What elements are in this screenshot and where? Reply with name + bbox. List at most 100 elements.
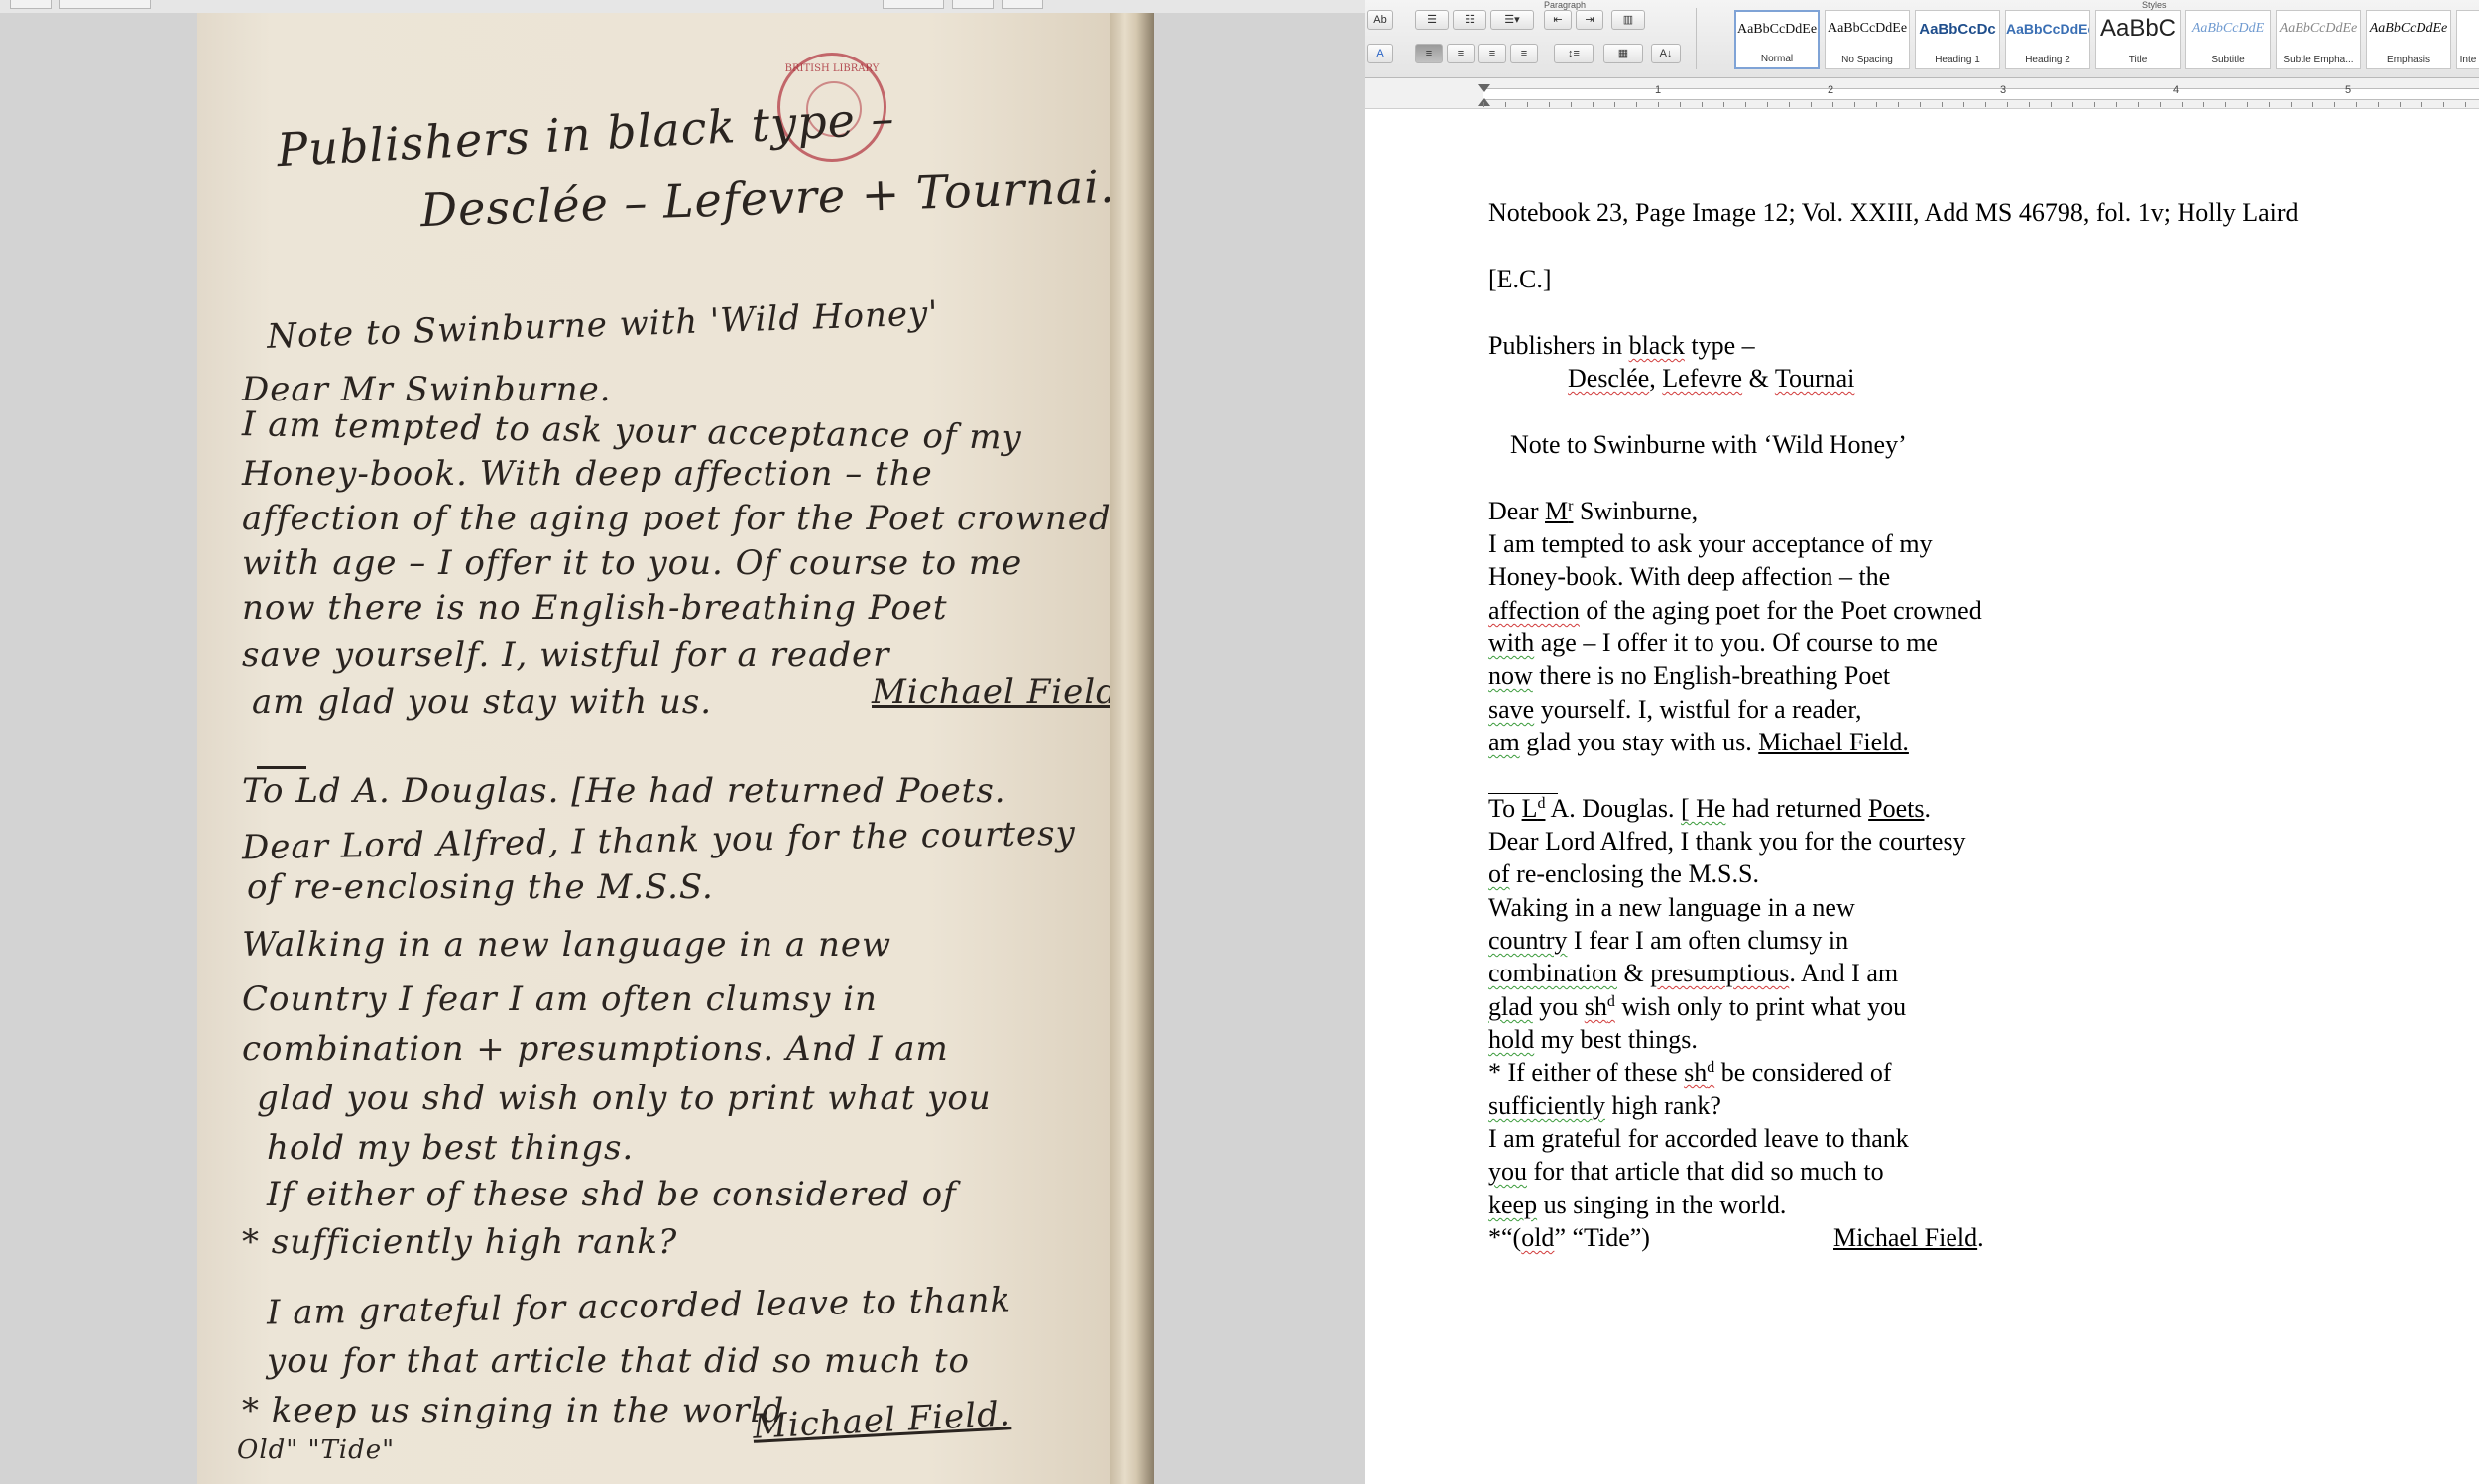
ruler-tick	[2029, 102, 2030, 107]
spelling-icon[interactable]: Ab	[1367, 10, 1393, 30]
style-sample: AaBbCcDdEe	[2279, 21, 2358, 36]
text-run: high rank?	[1604, 1091, 1721, 1120]
style-subtle-emphasis[interactable]: AaBbCcDdEe Subtle Empha...	[2276, 10, 2361, 69]
superscript: d	[1606, 993, 1615, 1010]
justify-icon[interactable]: ≡	[1510, 44, 1538, 63]
bullets-icon[interactable]: ☰	[1415, 10, 1449, 30]
doc-editor-line: [E.C.]	[1488, 265, 1552, 293]
ruler-number: 4	[2173, 84, 2180, 96]
style-label: Heading 2	[2025, 55, 2070, 65]
toolbar-button[interactable]	[59, 0, 151, 9]
handwritten-line: Walking in a new language in a new	[242, 925, 892, 965]
ruler-tick	[1483, 102, 1484, 107]
decrease-indent-icon[interactable]: ⇤	[1544, 10, 1572, 30]
text-run: type –	[1684, 331, 1755, 360]
text-run: [ He	[1680, 794, 1726, 823]
style-heading-1[interactable]: AaBbCcDc Heading 1	[1915, 10, 2000, 69]
binding-edge	[1110, 13, 1154, 1484]
text-run: sh	[1684, 1058, 1708, 1086]
text-run: there is no English-breathing Poet	[1532, 661, 1891, 690]
first-line-indent-marker[interactable]	[1478, 84, 1490, 92]
style-sample: AaBbCcDdE	[2191, 21, 2265, 36]
style-sample: AaBbCcDc	[1919, 21, 1996, 38]
ruler-number: 2	[1828, 84, 1834, 96]
style-title[interactable]: AaBbC Title	[2095, 10, 2181, 69]
ruler-tick	[2072, 102, 2073, 107]
signature-text: Michael Field	[1833, 1223, 1978, 1252]
style-heading-2[interactable]: AaBbCcDdEe Heading 2	[2005, 10, 2090, 69]
text-run: keep	[1488, 1191, 1538, 1219]
style-intense-emphasis[interactable]: Inte	[2456, 10, 2479, 69]
text-run: now	[1488, 661, 1533, 690]
text-run: with	[1488, 628, 1535, 657]
multilevel-list-icon[interactable]: ☰▾	[1490, 10, 1534, 30]
ruler-tick	[1767, 102, 1768, 107]
style-label: Heading 1	[1935, 55, 1980, 65]
horizontal-ruler[interactable]: 1 2 3 4 5	[1365, 78, 2479, 109]
text-run: black	[1628, 331, 1685, 360]
text-run: old	[1521, 1223, 1555, 1252]
toolbar-button[interactable]	[10, 0, 52, 9]
ruler-tick	[1963, 102, 1964, 107]
style-label: No Spacing	[1841, 55, 1893, 65]
align-right-icon[interactable]: ≡	[1478, 44, 1506, 63]
text-run: affection	[1488, 596, 1580, 625]
ruler-tick	[2116, 102, 2117, 107]
sort-icon[interactable]: A↓	[1651, 44, 1681, 63]
ruler-number: 3	[2000, 84, 2007, 96]
ruler-tick	[1876, 102, 1877, 107]
ruler-tick	[1811, 102, 1812, 107]
ruler-tick	[2421, 102, 2422, 107]
handwritten-line: combination + presumptions. And I am	[242, 1029, 949, 1069]
style-normal[interactable]: AaBbCcDdEe Normal	[1734, 10, 1820, 69]
font-color-icon[interactable]: A	[1367, 44, 1393, 63]
hanging-indent-marker[interactable]	[1478, 98, 1490, 106]
style-subtitle[interactable]: AaBbCcDdE Subtitle	[2185, 10, 2271, 69]
ruler-tick	[2291, 102, 2292, 107]
handwritten-line: you for that article that did so much to	[267, 1341, 970, 1381]
align-left-icon[interactable]: ≡	[1415, 44, 1443, 63]
text-run: re-enclosing the M.S.S.	[1509, 859, 1759, 888]
signature-text: Michael Field.	[1758, 728, 1909, 756]
text-run: be considered of	[1714, 1058, 1892, 1086]
toolbar-button[interactable]	[1002, 0, 1043, 9]
handwritten-signature: Michael Field.	[752, 1394, 1012, 1447]
align-center-icon[interactable]: ≡	[1447, 44, 1475, 63]
doc-line: you for that article that did so much to	[1488, 1157, 1884, 1187]
toolbar-button[interactable]	[883, 0, 944, 9]
line-spacing-icon[interactable]: ↕≡	[1554, 44, 1594, 63]
text-run: Desclée	[1568, 364, 1650, 393]
style-label: Subtitle	[2211, 55, 2245, 65]
toolbar-button[interactable]	[952, 0, 994, 9]
text-run: hold	[1488, 1025, 1535, 1054]
borders-icon[interactable]: ▦	[1603, 44, 1643, 63]
ruler-tick	[1723, 102, 1724, 107]
ruler-tick	[2465, 102, 2466, 107]
numbering-icon[interactable]: ☷	[1453, 10, 1486, 30]
text-run: country	[1488, 926, 1568, 955]
text-run: Tournai	[1774, 364, 1855, 393]
ruler-tick	[1680, 102, 1681, 107]
handwritten-line: Dear Lord Alfred, I thank you for the co…	[241, 813, 1077, 868]
ruler-tick	[1854, 102, 1855, 107]
ruler-tick	[2247, 102, 2248, 107]
style-emphasis[interactable]: AaBbCcDdEe Emphasis	[2366, 10, 2451, 69]
doc-line: Dear Mr Swinburne,	[1488, 497, 1698, 526]
text-run: you	[1488, 1157, 1527, 1186]
style-label: Normal	[1760, 54, 1794, 64]
text-run: Mr	[1545, 497, 1573, 525]
text-run: my best things.	[1534, 1025, 1698, 1054]
manuscript-page-image: BRITISH LIBRARY Publishers in black type…	[197, 13, 1154, 1484]
handwritten-signature: Michael Field.	[872, 672, 1130, 712]
handwritten-line: of re-enclosing the M.S.S.	[247, 867, 714, 907]
ruler-tick	[1636, 102, 1637, 107]
doc-line: * If either of these shd be considered o…	[1488, 1058, 1892, 1087]
columns-icon[interactable]: ▥	[1611, 10, 1645, 30]
text-run: presumptious	[1650, 959, 1790, 987]
ruler-number: 1	[1655, 84, 1662, 96]
style-no-spacing[interactable]: AaBbCcDdEe No Spacing	[1825, 10, 1910, 69]
text-run: shd	[1684, 1058, 1714, 1086]
ruler-tick	[2378, 102, 2379, 107]
ruler-tick	[1593, 102, 1594, 107]
increase-indent-icon[interactable]: ⇥	[1576, 10, 1603, 30]
